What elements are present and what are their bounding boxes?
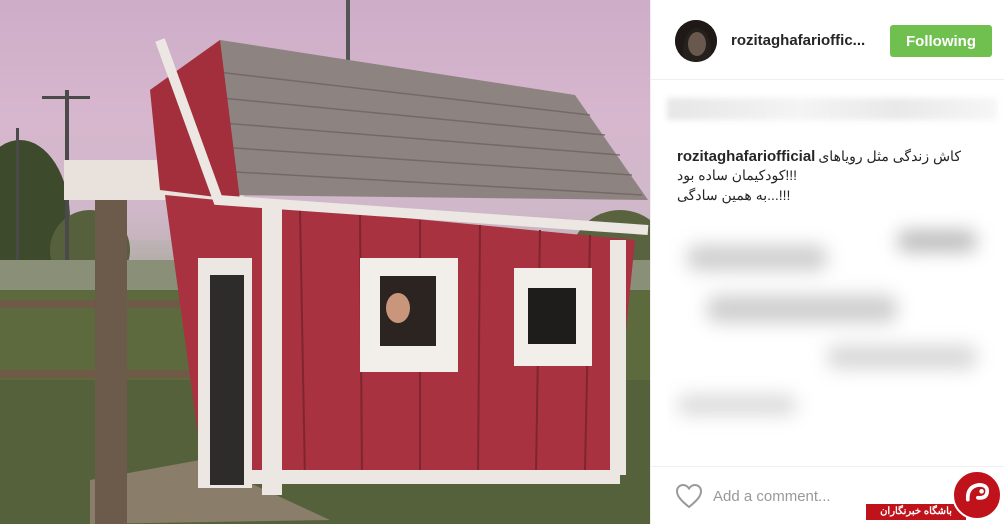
watermark-label: باشگاه خبرنگاران <box>866 504 966 520</box>
caption-username-link[interactable]: rozitaghafariofficial <box>677 148 815 165</box>
watermark-logo-icon <box>952 470 1002 520</box>
post-photo[interactable] <box>0 0 650 524</box>
news-agency-watermark: باشگاه خبرنگاران <box>866 468 1004 524</box>
caption-text-line-3: !!!...به همین سادگی <box>677 187 791 203</box>
blurred-content-strip <box>667 98 997 120</box>
caption-text-line-2: !!!کودکیمان ساده بود <box>677 167 798 183</box>
post-header: rozitaghafarioffic... Following <box>651 0 1004 80</box>
post-caption: rozitaghafariofficial کاش زندگی مثل رویا… <box>677 148 987 203</box>
heart-icon[interactable] <box>675 483 703 509</box>
playhouse-photo-illustration <box>0 0 650 524</box>
username-link[interactable]: rozitaghafarioffic... <box>731 32 865 49</box>
caption-text-line-1: کاش زندگی مثل رویاهای <box>818 148 961 164</box>
avatar[interactable] <box>675 20 717 62</box>
blurred-comments-area <box>667 205 997 465</box>
avatar-image <box>675 20 717 62</box>
following-button[interactable]: Following <box>890 25 992 57</box>
post-side-panel: rozitaghafarioffic... Following rozitagh… <box>650 0 1004 524</box>
